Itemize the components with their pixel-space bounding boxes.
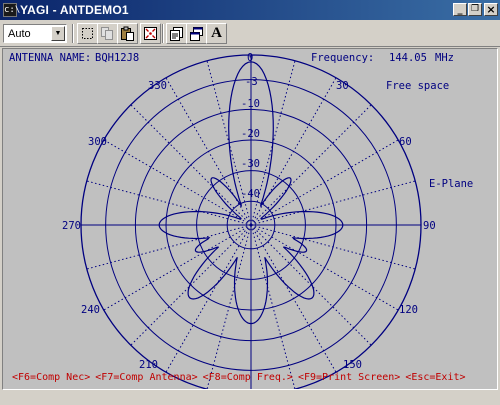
close-button[interactable]: × (484, 3, 498, 16)
grid-radial (250, 104, 372, 226)
window-title: YAGI - ANTDEMO1 (20, 3, 129, 17)
full-screen-icon (190, 27, 203, 41)
restore-button[interactable]: ❐ (468, 3, 482, 16)
fit-window-button[interactable] (140, 23, 161, 44)
copy-button[interactable] (97, 23, 118, 44)
properties-button[interactable] (166, 23, 187, 44)
minimize-button[interactable]: _ (453, 3, 467, 16)
grid-radial (103, 139, 252, 226)
angle-label: 300 (88, 136, 107, 148)
db-label: -30 (241, 158, 260, 170)
grid-radial (130, 104, 252, 226)
grid-radial (250, 224, 416, 270)
antenna-name-value: BQH12J8 (95, 52, 140, 64)
toolbar-separator (72, 24, 74, 43)
grid-radial (103, 224, 252, 311)
paste-icon (121, 26, 134, 41)
db-label: -20 (241, 128, 260, 140)
font-button[interactable]: A (206, 23, 227, 44)
grid-radial (250, 224, 337, 373)
fit-window-icon (144, 27, 157, 40)
environment-label: Free space (386, 80, 450, 92)
antenna-name-label: ANTENNA NAME: (9, 52, 92, 64)
angle-label: 60 (399, 136, 412, 148)
mark-button[interactable] (77, 23, 98, 44)
f9-print-screen-key[interactable]: <F9=Print Screen> (298, 372, 400, 383)
full-screen-button[interactable] (186, 23, 207, 44)
properties-icon (170, 27, 183, 41)
f7-comp-antenna-key[interactable]: <F7=Comp Antenna> (95, 372, 197, 383)
grid-radial (250, 224, 296, 389)
app-icon[interactable]: c:\ (3, 3, 20, 17)
angle-label: 150 (343, 359, 362, 371)
frequency-unit: MHz (435, 52, 454, 64)
chevron-down-icon[interactable]: ▼ (51, 26, 65, 41)
grid-radial (86, 224, 252, 270)
copy-icon (101, 27, 113, 40)
db-label: -3 (245, 76, 258, 88)
angle-label: 330 (148, 80, 167, 92)
grid-radial (165, 77, 252, 226)
window-bottom-edge (0, 390, 500, 405)
angle-label: 240 (81, 304, 100, 316)
grid-radial (130, 224, 252, 346)
function-key-bar: <F6=Comp Nec> <F7=Comp Antenna> <F8=Comp F… (12, 372, 471, 384)
angle-label: 120 (399, 304, 418, 316)
frequency-label: Frequency: (311, 52, 375, 64)
grid-radial (250, 77, 337, 226)
font-icon: A (211, 25, 222, 41)
marquee-select-icon (82, 28, 93, 39)
angle-label: 30 (336, 80, 349, 92)
frequency-value: 144.05 (389, 52, 427, 64)
db-label: -40 (241, 188, 260, 200)
title-bar: c:\ YAGI - ANTDEMO1 _ ❐ × (0, 0, 500, 20)
angle-label: 90 (423, 220, 436, 232)
grid-radial (206, 224, 252, 389)
grid-radial (250, 224, 372, 346)
db-label: -10 (241, 98, 260, 110)
f8-comp-freq-key[interactable]: <F8=Comp Freq.> (203, 372, 293, 383)
grid-radial (250, 224, 399, 311)
angle-label: 0 (247, 52, 254, 64)
toolbar-separator (162, 24, 164, 43)
grid-radial (250, 139, 399, 226)
angle-label: 210 (139, 359, 158, 371)
radiation-pattern-plot: ANTENNA NAME: BQH12J8 Frequency: 144.05 … (2, 48, 498, 390)
plane-label: E-Plane (429, 178, 474, 190)
font-size-combo[interactable]: Auto ▼ (3, 24, 67, 43)
esc-exit-key[interactable]: <Esc=Exit> (405, 372, 465, 383)
angle-label: 270 (62, 220, 81, 232)
f6-comp-nec-key[interactable]: <F6=Comp Nec> (12, 372, 90, 383)
font-size-value: Auto (8, 28, 31, 40)
paste-button[interactable] (117, 23, 138, 44)
grid-radial (165, 224, 252, 373)
toolbar: Auto ▼ A (0, 20, 500, 47)
